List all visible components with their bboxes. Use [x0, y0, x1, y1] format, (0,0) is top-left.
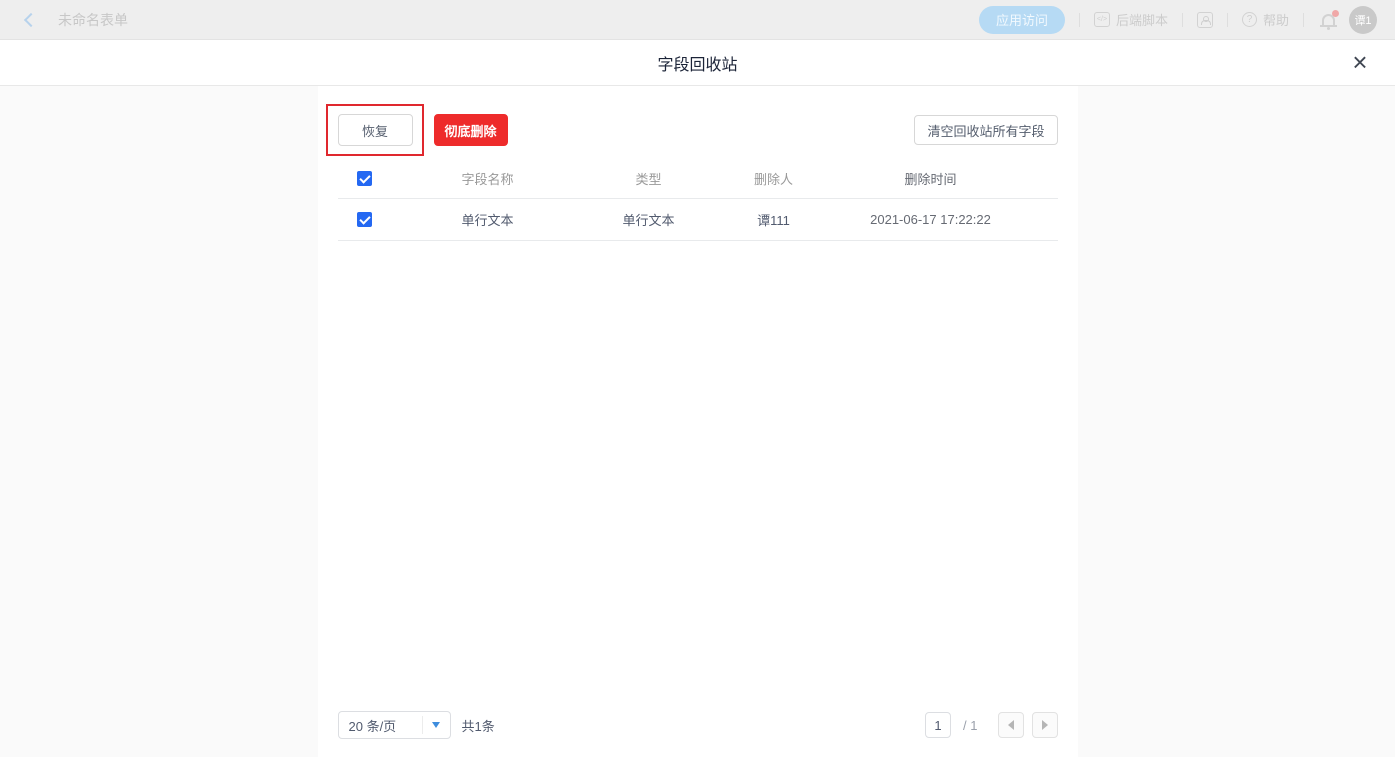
- code-icon: </>: [1094, 12, 1110, 27]
- deleted-fields-table: 字段名称 类型 删除人 删除时间 单行文本 单行文本 谭111 2021-06-…: [338, 159, 1058, 241]
- modal-title: 字段回收站: [657, 51, 737, 75]
- modal-header: 字段回收站 ×: [0, 40, 1395, 86]
- divider: [1227, 13, 1228, 27]
- table-header-row: 字段名称 类型 删除人 删除时间: [338, 159, 1058, 199]
- column-header-deleted-by: 删除人: [714, 169, 834, 188]
- total-count-label: 共1条: [462, 716, 495, 735]
- avatar-label: 谭1: [1354, 12, 1371, 28]
- chevron-down-icon: [432, 722, 440, 728]
- page-size-label: 20 条/页: [339, 716, 422, 735]
- avatar[interactable]: 谭1: [1349, 6, 1377, 34]
- form-title: 未命名表单: [58, 10, 128, 30]
- select-arrow-zone: [422, 716, 450, 734]
- cell-type: 单行文本: [584, 210, 714, 229]
- cell-field-name: 单行文本: [392, 210, 584, 229]
- notification-badge: [1332, 10, 1339, 17]
- page-size-select[interactable]: 20 条/页: [338, 711, 451, 739]
- cell-deleted-at: 2021-06-17 17:22:22: [834, 212, 1058, 227]
- column-header-type: 类型: [584, 169, 714, 188]
- backend-script-label: 后端脚本: [1116, 10, 1168, 29]
- arrow-right-icon: [1042, 720, 1048, 730]
- delete-forever-button[interactable]: 彻底删除: [434, 114, 508, 146]
- cell-deleted-by: 谭111: [714, 210, 834, 229]
- divider: [1079, 13, 1080, 27]
- help-label: 帮助: [1263, 10, 1289, 29]
- field-recycle-bin-modal: 字段回收站 × 恢复 彻底删除 清空回收站所有字段 字段名称 类型 删除人 删除…: [0, 40, 1395, 757]
- topbar: 未命名表单 应用访问 </> 后端脚本 ? 帮助 谭1: [0, 0, 1395, 40]
- divider: [1182, 13, 1183, 27]
- column-header-deleted-at: 删除时间: [834, 169, 1058, 188]
- total-pages-label: / 1: [963, 718, 977, 733]
- help-button[interactable]: ? 帮助: [1242, 10, 1289, 29]
- arrow-left-icon: [1008, 720, 1014, 730]
- divider: [1303, 13, 1304, 27]
- back-chevron-icon[interactable]: [24, 12, 38, 26]
- current-page-input[interactable]: [925, 712, 951, 738]
- column-header-field-name: 字段名称: [392, 169, 584, 188]
- restore-button[interactable]: 恢复: [338, 114, 413, 146]
- table-row: 单行文本 单行文本 谭111 2021-06-17 17:22:22: [338, 199, 1058, 241]
- app-access-button[interactable]: 应用访问: [979, 6, 1065, 34]
- help-icon: ?: [1242, 12, 1257, 27]
- select-all-checkbox[interactable]: [357, 171, 372, 186]
- prev-page-button[interactable]: [998, 712, 1024, 738]
- backend-script-button[interactable]: </> 后端脚本: [1094, 10, 1168, 29]
- pagination-bar: 20 条/页 共1条 / 1: [338, 711, 1058, 739]
- next-page-button[interactable]: [1032, 712, 1058, 738]
- notification-button[interactable]: [1322, 14, 1335, 25]
- toolbar: 恢复 彻底删除 清空回收站所有字段: [338, 86, 1058, 146]
- app-access-label: 应用访问: [996, 10, 1048, 29]
- members-button[interactable]: [1197, 12, 1213, 28]
- row-checkbox[interactable]: [357, 212, 372, 227]
- close-icon[interactable]: ×: [1345, 48, 1375, 78]
- clear-recycle-bin-button[interactable]: 清空回收站所有字段: [914, 115, 1057, 145]
- recycle-bin-panel: 恢复 彻底删除 清空回收站所有字段 字段名称 类型 删除人 删除时间: [318, 86, 1078, 757]
- member-card-icon: [1197, 12, 1213, 28]
